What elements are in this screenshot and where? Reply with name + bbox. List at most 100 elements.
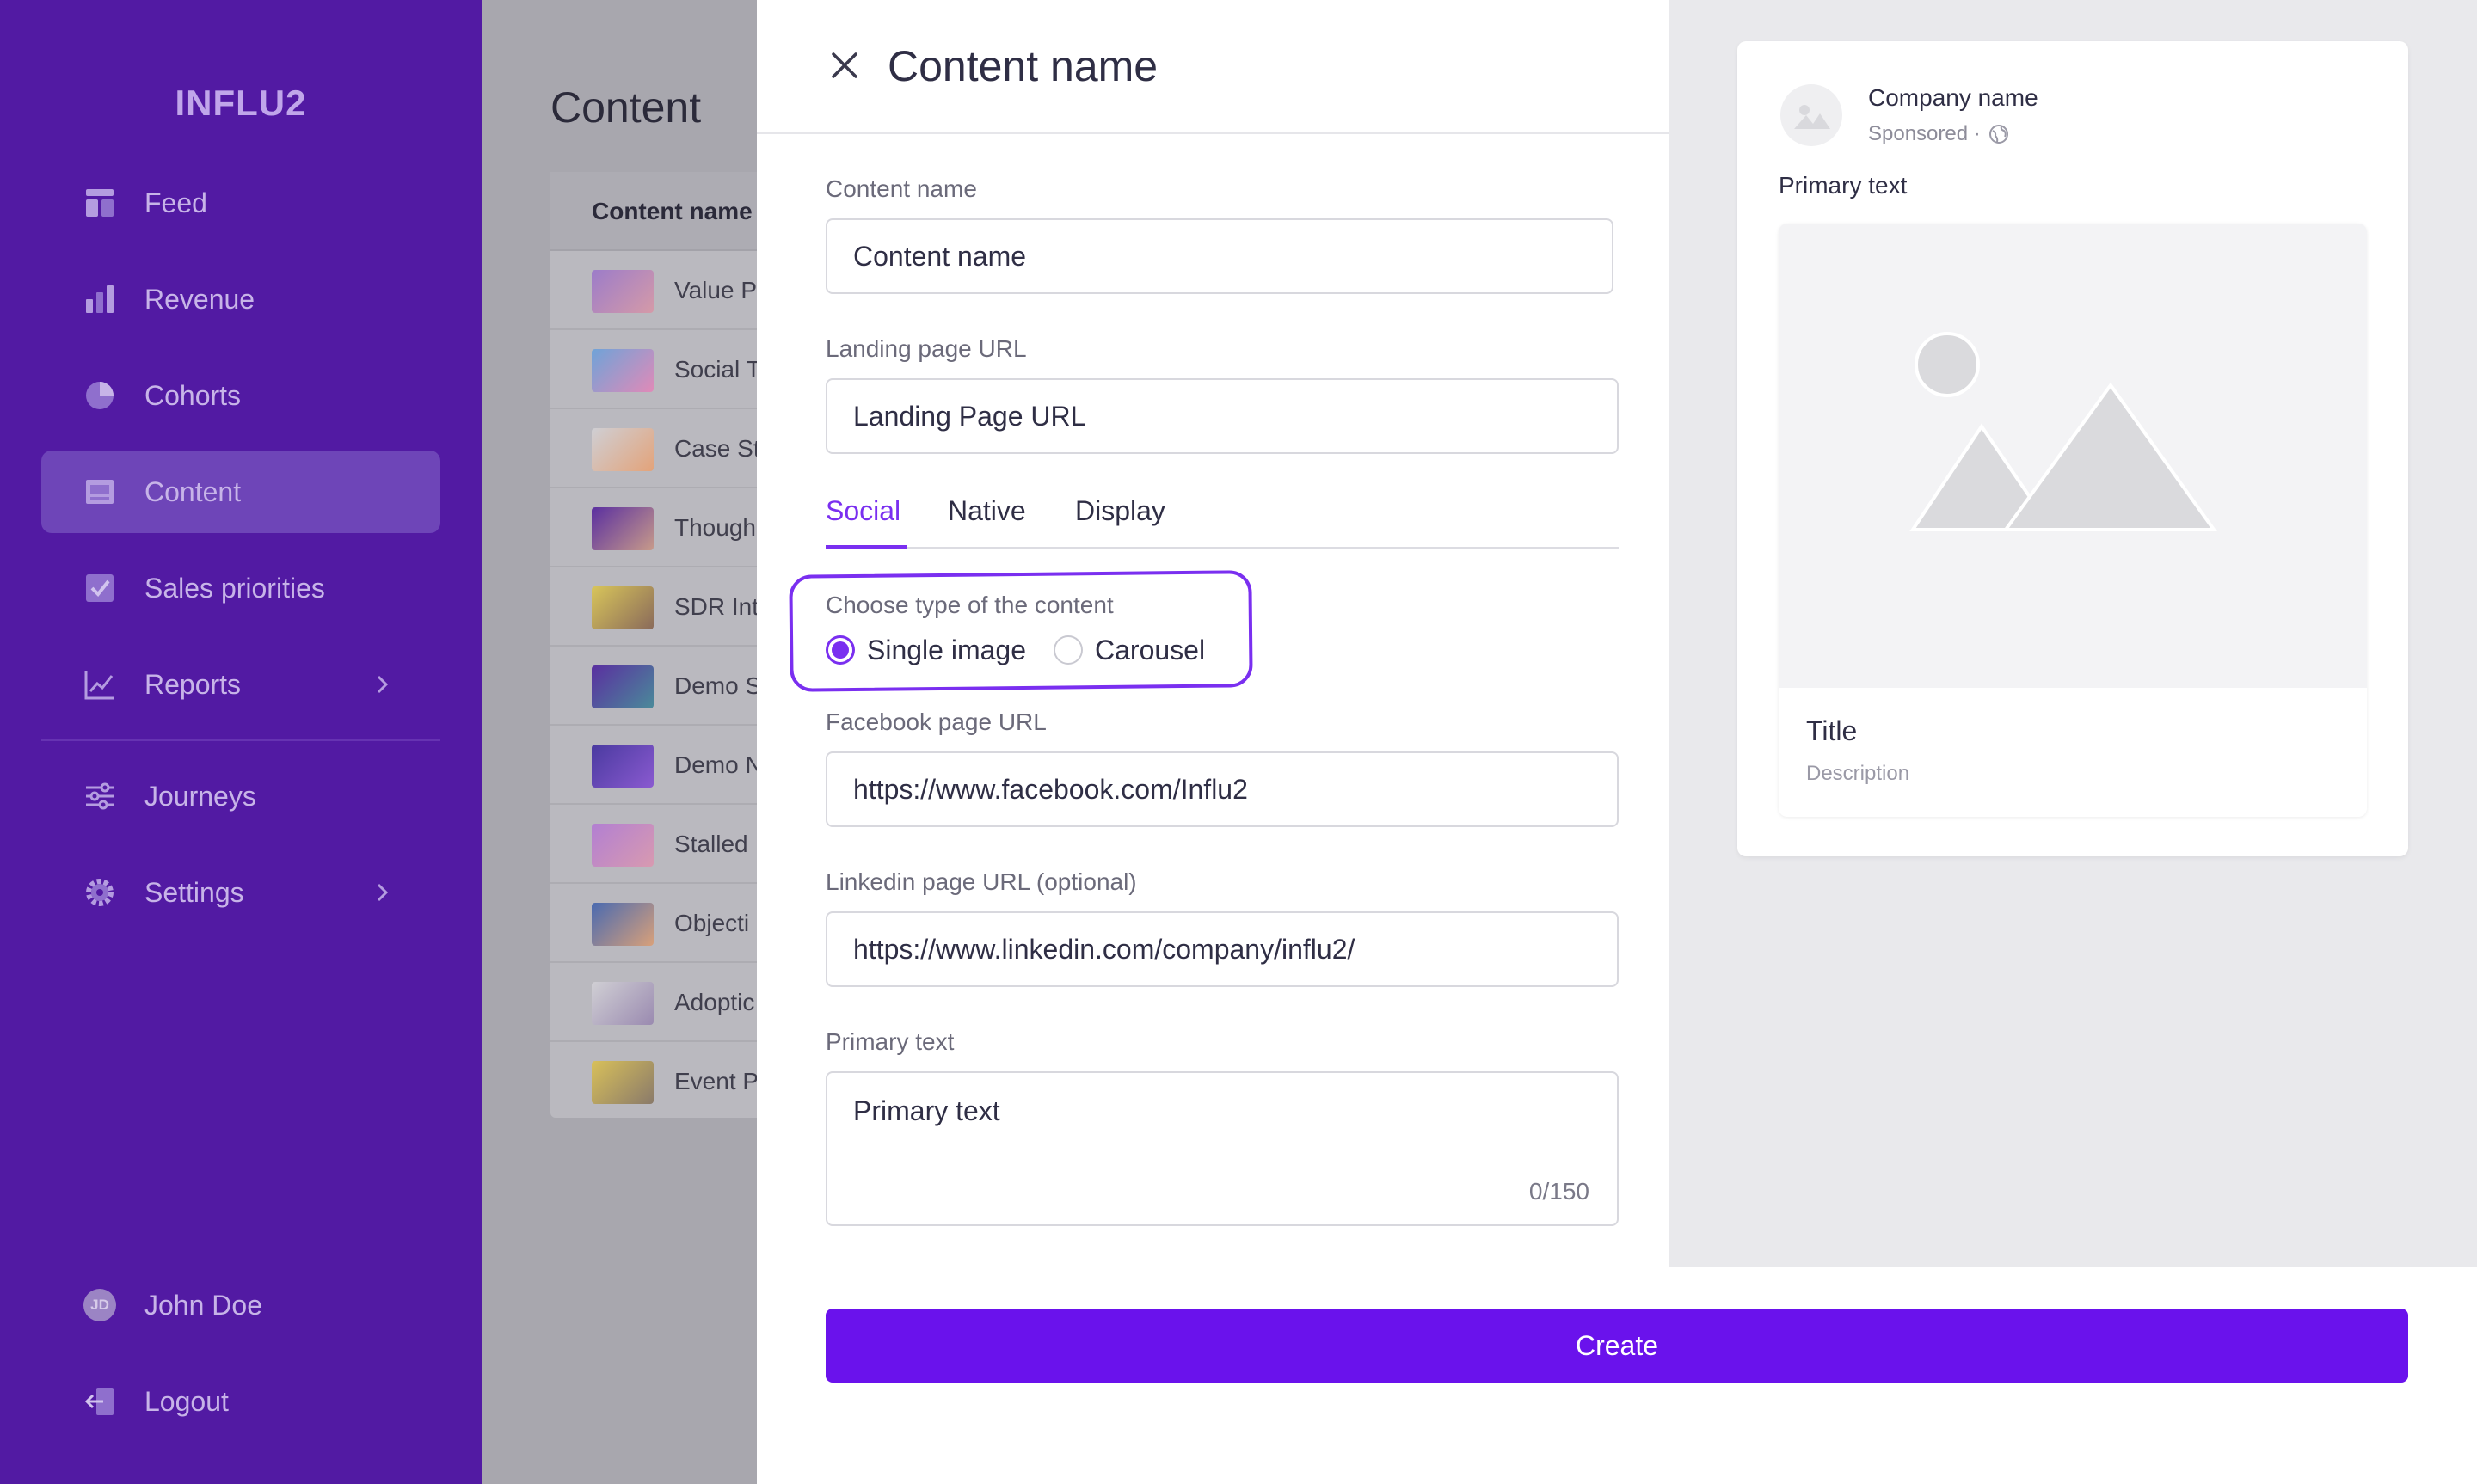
content-name-input[interactable]: Content name	[826, 218, 1613, 294]
table-row[interactable]: Demo S	[550, 647, 757, 726]
content-thumbnail	[592, 1061, 654, 1104]
landing-url-input[interactable]: Landing Page URL	[826, 378, 1619, 454]
content-thumbnail	[592, 349, 654, 392]
drawer-title: Content name	[888, 42, 1159, 90]
table-row[interactable]: Stalled	[550, 805, 757, 884]
character-counter: 0/150	[1528, 1178, 1589, 1205]
content-icon	[83, 475, 117, 509]
facebook-url-label: Facebook page URL	[826, 708, 1047, 735]
chevron-right-icon	[377, 883, 389, 902]
feed-icon	[83, 186, 117, 220]
drawer-header: Content name	[757, 0, 1669, 134]
sidebar-item-reports[interactable]: Reports	[41, 643, 440, 726]
row-label: Social T	[674, 356, 757, 383]
primary-text-value: Primary text	[853, 1095, 1000, 1126]
table-row[interactable]: Adoptic	[550, 963, 757, 1042]
page-title: Content	[550, 83, 702, 132]
content-thumbnail	[592, 903, 654, 946]
table-row[interactable]: Demo N	[550, 726, 757, 805]
row-label: Adoptic	[674, 989, 755, 1015]
table-row[interactable]: Value P	[550, 251, 757, 330]
content-name-label: Content name	[826, 175, 977, 202]
ad-creative: Title Description	[1779, 224, 2367, 817]
sidebar-item-label: Logout	[144, 1385, 229, 1417]
landing-url-label: Landing page URL	[826, 335, 1027, 362]
globe-icon	[1988, 125, 2008, 144]
sidebar-item-revenue[interactable]: Revenue	[41, 258, 440, 340]
sidebar-item-settings[interactable]: Settings	[41, 851, 440, 934]
sidebar-item-label: Content	[144, 475, 242, 507]
preview-title: Title	[1806, 715, 1858, 746]
annotation-highlight	[789, 570, 1253, 692]
close-icon[interactable]	[826, 46, 864, 84]
user-profile[interactable]: JD John Doe	[41, 1264, 440, 1346]
sidebar-item-label: Reports	[144, 668, 242, 700]
ad-preview-card: Company name Sponsored · Primary text Ti…	[1737, 41, 2408, 856]
sidebar-item-label: Journeys	[144, 780, 256, 812]
column-header-content-name: Content name	[592, 198, 753, 224]
row-label: Demo N	[674, 751, 757, 778]
linkedin-url-input[interactable]: https://www.linkedin.com/company/influ2/	[826, 911, 1619, 987]
table-row[interactable]: Objecti	[550, 884, 757, 963]
logout-icon	[83, 1384, 117, 1419]
sidebar-item-cohorts[interactable]: Cohorts	[41, 354, 440, 437]
tab-social[interactable]: Social	[826, 495, 900, 527]
row-label: Case St	[674, 435, 757, 462]
table-row[interactable]: Event P	[550, 1042, 757, 1121]
pie-chart-icon	[83, 378, 117, 413]
table-header: Content name	[550, 172, 757, 251]
content-thumbnail	[592, 665, 654, 708]
sidebar: INFLU2 Feed Revenue Cohorts Content Sale…	[0, 0, 482, 1484]
chevron-right-icon	[377, 675, 389, 694]
carousel-label[interactable]: Carousel	[1095, 635, 1205, 666]
sidebar-item-label: Revenue	[144, 283, 255, 315]
row-label: Objecti	[674, 910, 750, 936]
row-label: Event P	[674, 1068, 757, 1095]
tab-native[interactable]: Native	[948, 495, 1026, 527]
sidebar-item-label: Cohorts	[144, 379, 242, 411]
content-thumbnail	[592, 982, 654, 1025]
content-thumbnail	[592, 824, 654, 867]
avatar: JD	[83, 1289, 116, 1321]
logo: INFLU2	[175, 83, 307, 123]
create-button[interactable]: Create	[826, 1309, 2408, 1383]
checkbox-icon	[83, 571, 117, 605]
sidebar-item-label: Sales priorities	[144, 572, 325, 604]
preview-description: Description	[1806, 762, 1910, 785]
row-label: Value P	[674, 277, 757, 304]
sidebar-item-feed[interactable]: Feed	[41, 162, 440, 244]
tab-display[interactable]: Display	[1075, 495, 1165, 527]
sidebar-item-sales-priorities[interactable]: Sales priorities	[41, 547, 440, 629]
row-label: Stalled	[674, 831, 748, 857]
content-page-overlay[interactable]: Content Content name Value P Social T Ca…	[482, 0, 757, 1484]
image-placeholder	[1779, 224, 2367, 688]
sidebar-item-journeys[interactable]: Journeys	[41, 755, 440, 837]
carousel-radio[interactable]	[1054, 635, 1083, 665]
single-image-label[interactable]: Single image	[867, 635, 1026, 666]
sidebar-item-label: Feed	[144, 187, 207, 218]
sidebar-item-content[interactable]: Content	[41, 451, 440, 533]
table-row[interactable]: Though	[550, 488, 757, 567]
sliders-icon	[83, 779, 117, 813]
content-type-label: Choose type of the content	[826, 592, 1114, 618]
table-row[interactable]: Social T	[550, 330, 757, 409]
single-image-radio[interactable]	[826, 635, 855, 665]
table-row[interactable]: SDR Int	[550, 567, 757, 647]
content-type-radio-group: Single image Carousel	[826, 633, 1232, 667]
linkedin-url-label: Linkedin page URL (optional)	[826, 868, 1137, 895]
create-content-drawer: Content name Content name Content name L…	[757, 0, 2477, 1484]
row-label: Though	[674, 514, 756, 541]
sidebar-divider	[41, 739, 440, 741]
logout-button[interactable]: Logout	[41, 1360, 440, 1443]
preview-primary-text: Primary text	[1779, 172, 1908, 199]
ad-preview-area: Company name Sponsored · Primary text Ti…	[1669, 0, 2477, 1267]
content-thumbnail	[592, 745, 654, 788]
primary-text-label: Primary text	[826, 1028, 955, 1055]
facebook-url-input[interactable]: https://www.facebook.com/Influ2	[826, 751, 1619, 827]
primary-text-textarea[interactable]: Primary text 0/150	[826, 1071, 1619, 1226]
active-tab-indicator	[826, 545, 907, 549]
content-type-tabs: Social Native Display	[826, 487, 1619, 549]
row-label: SDR Int	[674, 593, 757, 620]
table-row[interactable]: Case St	[550, 409, 757, 488]
user-name: John Doe	[144, 1289, 262, 1321]
